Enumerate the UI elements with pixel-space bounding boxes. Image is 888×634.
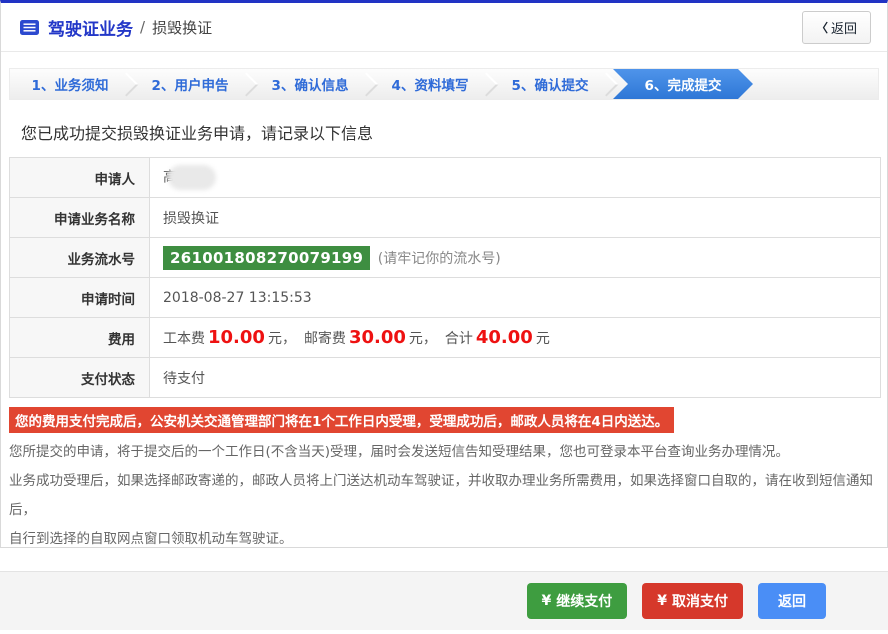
info-paragraph: 业务成功受理后，如果选择邮政寄递的，邮政人员将上门送达机动车驾驶证，并收取办理业…	[9, 473, 873, 518]
step-3-confirm-info: 3、确认信息	[250, 69, 370, 99]
table-row-business-name: 申请业务名称 损毁换证	[9, 197, 881, 238]
table-row-applicant: 申请人 高	[9, 157, 881, 198]
fee-unit: 元	[408, 331, 423, 347]
cancel-payment-label: 取消支付	[672, 594, 728, 610]
info-paragraph: 自行到选择的自取网点窗口领取机动车驾驶证。	[9, 531, 293, 547]
fee-separator: ，	[422, 331, 437, 347]
fee-item-amount: 10.00	[208, 327, 265, 348]
fee-item-name: 工本费	[163, 331, 205, 347]
redacted-name-blur	[168, 165, 216, 190]
list-icon	[19, 19, 40, 36]
apply-time-label: 申请时间	[9, 277, 150, 318]
fee-unit: 元	[535, 331, 550, 347]
serial-number-label: 业务流水号	[9, 237, 150, 278]
step-1-business-notice: 1、业务须知	[10, 69, 130, 99]
business-name-label: 申请业务名称	[9, 197, 150, 238]
pay-status-value: 待支付	[149, 357, 881, 398]
serial-number-note: (请牢记你的流水号)	[377, 250, 501, 267]
continue-payment-label: 继续支付	[556, 594, 613, 610]
step-2-user-declaration: 2、用户申告	[130, 69, 250, 99]
step-5-confirm-submit: 5、确认提交	[490, 69, 610, 99]
warning-banner: 您的费用支付完成后，公安机关交通管理部门将在1个工作日内受理，受理成功后，邮政人…	[9, 407, 675, 433]
serial-number-badge: 261001808270079199	[163, 245, 371, 270]
application-details-table: 申请人 高 申请业务名称 损毁换证 业务流水号 2610018082700791…	[9, 157, 881, 398]
applicant-label: 申请人	[9, 157, 150, 198]
success-message: 您已成功提交损毁换证业务申请，请记录以下信息	[21, 124, 374, 143]
applicant-value-cell: 高	[149, 157, 881, 198]
fee-item-amount: 30.00	[348, 327, 406, 348]
page-title: 驾驶证业务	[48, 19, 133, 40]
table-row-apply-time: 申请时间 2018-08-27 13:15:53	[9, 277, 881, 318]
continue-payment-button[interactable]: ¥ 继续支付	[526, 583, 628, 619]
business-name-value: 损毁换证	[149, 197, 881, 238]
info-paragraph: 您所提交的申请，将于提交后的一个工作日(不含当天)受理，届时会发送短信告知受理结…	[9, 444, 790, 460]
fee-item-name: 邮寄费	[303, 331, 346, 347]
footer-action-bar: ¥ 继续支付 ¥ 取消支付 返回	[0, 571, 888, 630]
breadcrumb-separator: /	[140, 18, 146, 36]
info-paragraphs: 您所提交的申请，将于提交后的一个工作日(不含当天)受理，届时会发送短信告知受理结…	[9, 438, 879, 547]
table-row-pay-status: 支付状态 待支付	[9, 357, 881, 398]
cancel-payment-button[interactable]: ¥ 取消支付	[642, 583, 743, 619]
back-button[interactable]: 〈 返回	[801, 10, 871, 44]
fee-item-name: 合计	[444, 331, 473, 347]
breadcrumb-current: 损毁换证	[152, 18, 213, 37]
table-row-serial-number: 业务流水号 261001808270079199 (请牢记你的流水号)	[9, 237, 881, 278]
step-progress-bar: 1、业务须知 2、用户申告 3、确认信息 4、资料填写 5、确认提交 6、完成提…	[9, 68, 879, 100]
return-button[interactable]: 返回	[758, 583, 826, 619]
return-button-label: 返回	[778, 594, 806, 610]
serial-number-cell: 261001808270079199 (请牢记你的流水号)	[149, 237, 881, 278]
yen-icon: ¥	[541, 593, 552, 609]
step-6-complete-submit-active: 6、完成提交	[613, 69, 753, 99]
step-bar-filler	[753, 69, 878, 99]
fee-value-cell: 工本费 10.00 元， 邮寄费 30.00 元， 合计 40.00 元	[149, 317, 881, 358]
fee-label: 费用	[9, 317, 150, 358]
pay-status-label: 支付状态	[9, 357, 150, 398]
step-4-fill-materials: 4、资料填写	[370, 69, 490, 99]
fee-item-amount: 40.00	[475, 327, 533, 348]
fee-separator: ，	[281, 331, 296, 347]
fee-unit: 元	[267, 331, 282, 347]
page-header: 驾驶证业务 / 损毁换证 〈 返回	[1, 3, 887, 52]
yen-icon: ¥	[657, 593, 667, 609]
apply-time-value: 2018-08-27 13:15:53	[149, 277, 881, 318]
chevron-left-icon: 〈	[815, 20, 828, 35]
back-button-label: 返回	[830, 21, 857, 37]
main-content-panel: 驾驶证业务 / 损毁换证 〈 返回 1、业务须知 2、用户申告 3、确认信息 4…	[0, 0, 888, 548]
table-row-fee: 费用 工本费 10.00 元， 邮寄费 30.00 元， 合计 40.00 元	[9, 317, 881, 358]
